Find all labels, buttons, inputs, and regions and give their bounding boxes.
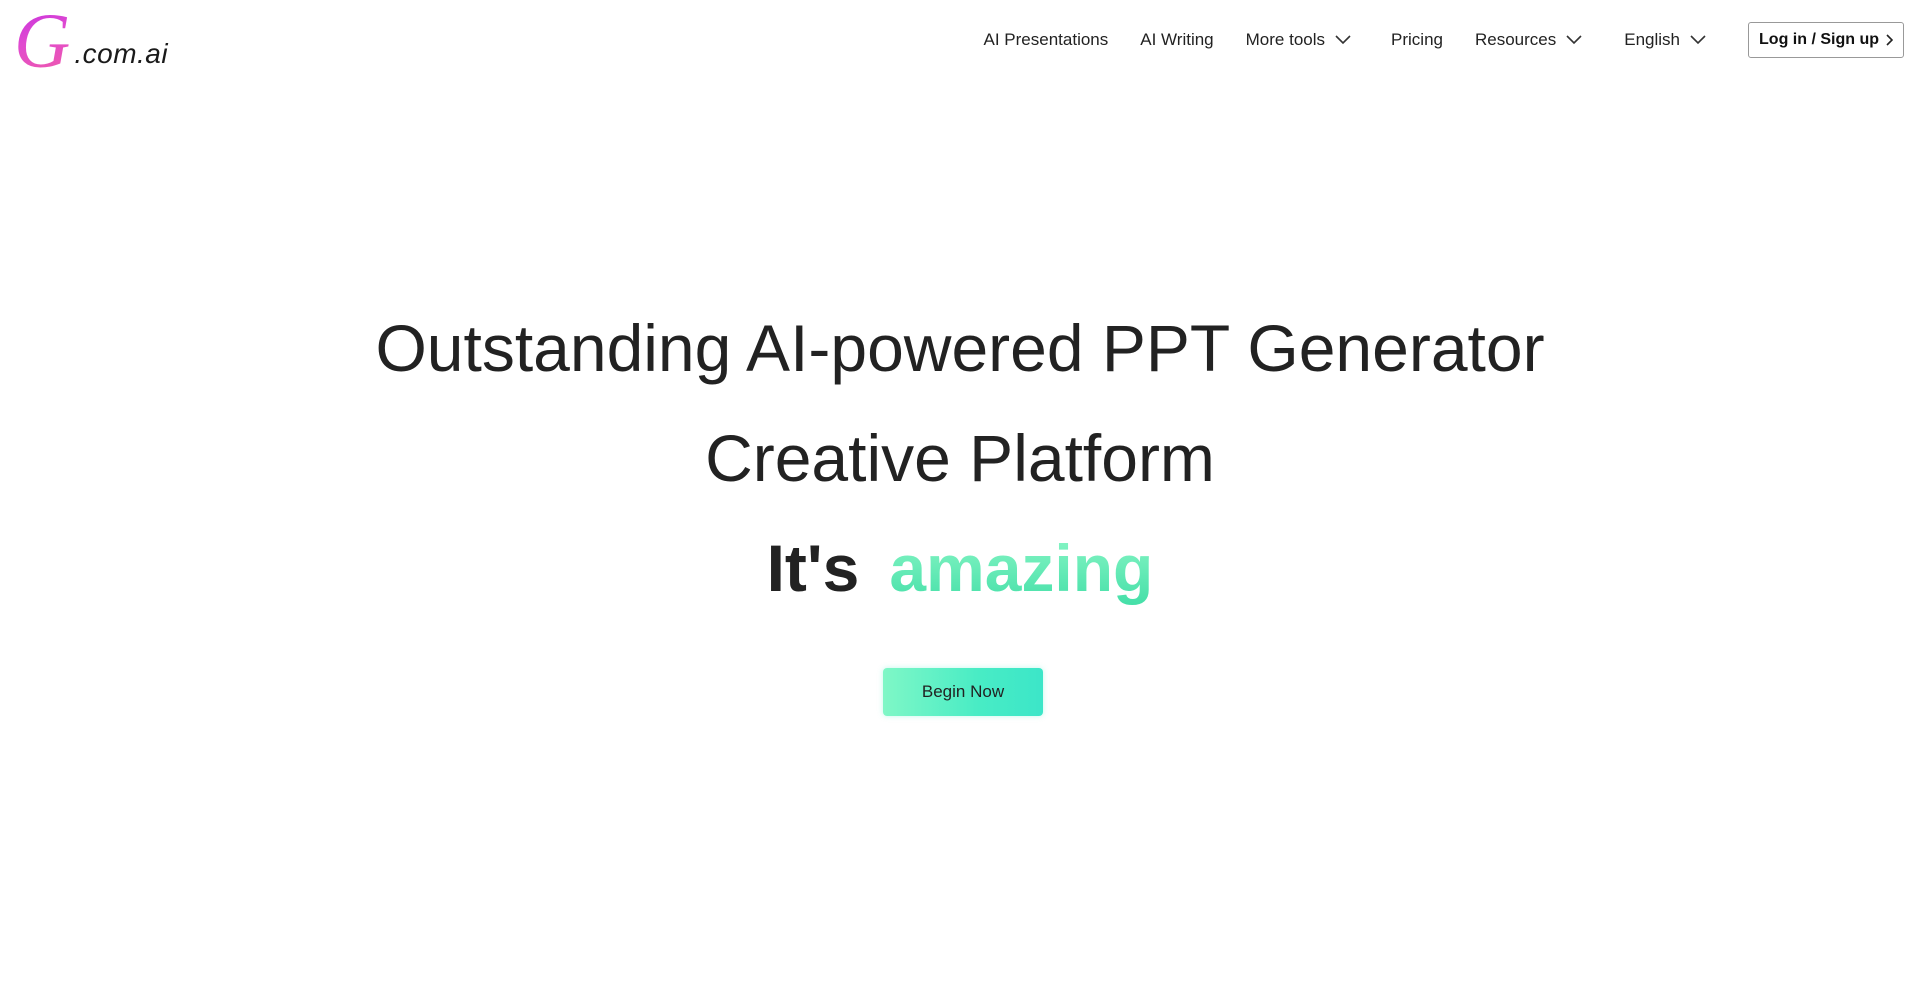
login-signup-label: Log in / Sign up [1759, 31, 1879, 48]
chevron-down-icon [1566, 35, 1582, 45]
chevron-down-icon [1690, 35, 1706, 45]
chevron-right-icon [1886, 34, 1893, 46]
hero-headline-line2: Creative Platform [705, 421, 1215, 495]
nav-more-tools[interactable]: More tools [1246, 30, 1351, 50]
logo-domain-text: .com.ai [74, 38, 169, 69]
hero-headline-line1: Outstanding AI-powered PPT Generator [375, 311, 1545, 385]
nav-more-tools-label: More tools [1245, 30, 1326, 49]
begin-now-button[interactable]: Begin Now [883, 668, 1043, 716]
tagline-static-text: It's [766, 531, 860, 605]
logo-g-mark: G [14, 0, 71, 84]
nav-resources[interactable]: Resources [1475, 30, 1582, 50]
nav-ai-presentations[interactable]: AI Presentations [984, 30, 1109, 50]
nav-resources-label: Resources [1474, 30, 1557, 49]
login-signup-button[interactable]: Log in / Sign up [1748, 22, 1904, 58]
chevron-down-icon [1335, 35, 1351, 45]
main-nav: AI Presentations AI Writing More tools P… [984, 0, 1920, 80]
language-label: English [1624, 30, 1681, 49]
nav-ai-presentations-label: AI Presentations [983, 30, 1109, 49]
language-selector[interactable]: English [1624, 30, 1706, 50]
nav-pricing[interactable]: Pricing [1391, 30, 1443, 50]
nav-ai-writing-label: AI Writing [1140, 30, 1214, 49]
top-header: G .com.ai AI Presentations AI Writing Mo… [0, 0, 1920, 80]
tagline-accent-text: amazing [889, 531, 1154, 605]
site-logo[interactable]: G .com.ai [14, 0, 169, 84]
hero-tagline: It's amazing [0, 530, 1920, 606]
nav-pricing-label: Pricing [1391, 30, 1443, 49]
nav-ai-writing[interactable]: AI Writing [1140, 30, 1213, 50]
